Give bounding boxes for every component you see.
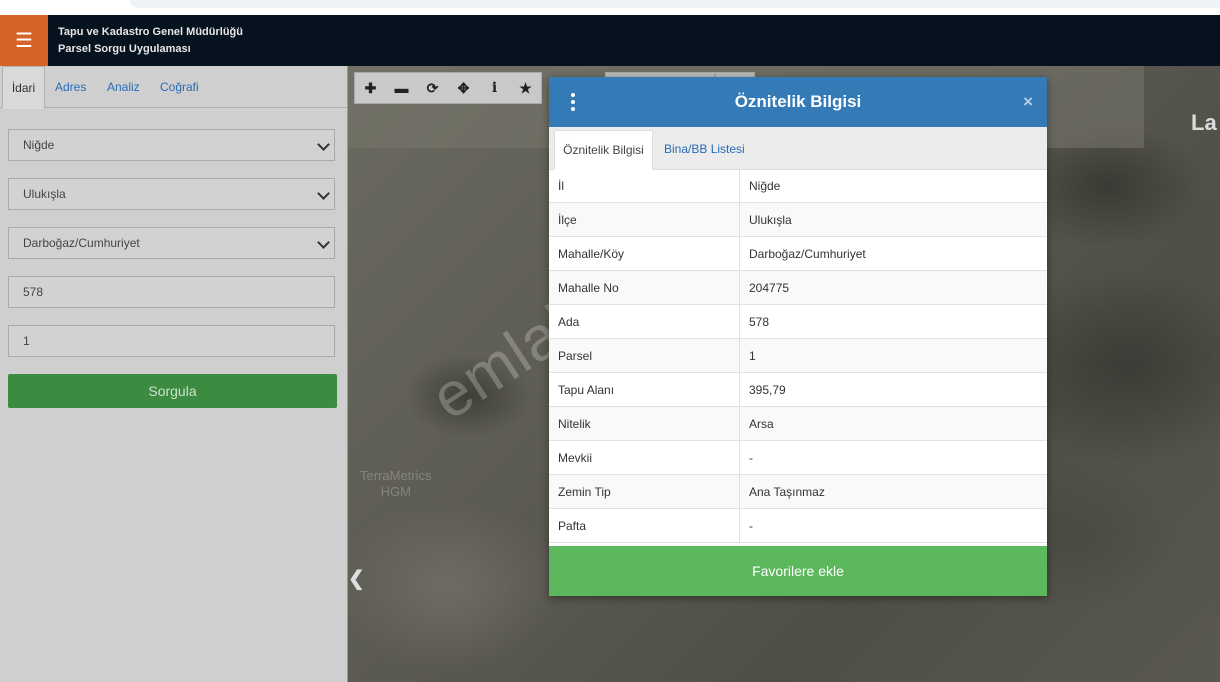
app-title: Tapu ve Kadastro Genel Müdürlüğü	[58, 26, 243, 38]
table-row: Nitelik Arsa	[549, 406, 1047, 441]
chevron-down-icon	[317, 236, 330, 249]
neighborhood-value: Darboğaz/Cumhuriyet	[23, 236, 140, 250]
table-row: Pafta -	[549, 508, 1047, 543]
table-row: Parsel 1	[549, 338, 1047, 373]
plus-icon: ✚	[364, 79, 377, 96]
attr-key: Pafta	[549, 508, 740, 543]
query-button[interactable]: Sorgula	[8, 374, 337, 408]
attr-value: Ulukışla	[739, 202, 1047, 237]
browser-top-strip	[0, 0, 1220, 15]
province-select[interactable]: Niğde	[8, 129, 335, 161]
attr-value: 578	[739, 304, 1047, 339]
menu-button[interactable]: ☰	[0, 15, 48, 66]
sidebar-tabs: İdari Adres Analiz Coğrafi	[0, 66, 347, 109]
attr-value: Darboğaz/Cumhuriyet	[739, 236, 1047, 271]
district-select[interactable]: Ulukışla	[8, 178, 335, 210]
neighborhood-select[interactable]: Darboğaz/Cumhuriyet	[8, 227, 335, 259]
query-sidebar: İdari Adres Analiz Coğrafi Niğde Ulukışl…	[0, 66, 348, 682]
tab-analiz[interactable]: Analiz	[107, 66, 140, 107]
parcel-input[interactable]: 1	[8, 325, 335, 357]
minus-icon: ▬	[394, 80, 409, 96]
attr-key: Zemin Tip	[549, 474, 740, 509]
attr-value: 204775	[739, 270, 1047, 305]
tab-attribute-info[interactable]: Öznitelik Bilgisi	[554, 130, 653, 170]
modal-tabs: Öznitelik Bilgisi Bina/BB Listesi	[549, 127, 1047, 170]
attr-value: Niğde	[739, 169, 1047, 203]
map-toolbar: ✚ ▬ ⟳ ✥ i ★	[354, 72, 542, 104]
attr-value: -	[739, 508, 1047, 543]
app-subtitle: Parsel Sorgu Uygulaması	[58, 43, 191, 55]
zoom-in-button[interactable]: ✚	[355, 73, 386, 103]
map-place-label: La	[1191, 110, 1217, 135]
attr-key: İl	[549, 169, 740, 203]
tab-adres[interactable]: Adres	[55, 66, 86, 107]
modal-title: Öznitelik Bilgisi	[734, 92, 862, 111]
attr-value: 1	[739, 338, 1047, 373]
attr-value: 395,79	[739, 372, 1047, 407]
attr-key: Mahalle No	[549, 270, 740, 305]
attribute-table: İl Niğde İlçe Ulukışla Mahalle/Köy Darboğaz…	[549, 169, 1047, 543]
info-button[interactable]: i	[479, 73, 510, 103]
locate-button[interactable]: ✥	[448, 73, 479, 103]
tab-cografi[interactable]: Coğrafi	[160, 66, 199, 107]
add-to-favorites-button[interactable]: Favorilere ekle	[549, 546, 1047, 596]
table-row: İl Niğde	[549, 169, 1047, 203]
refresh-button[interactable]: ⟳	[417, 73, 448, 103]
attr-value: Ana Taşınmaz	[739, 474, 1047, 509]
table-row: İlçe Ulukışla	[549, 202, 1047, 237]
chevron-down-icon	[317, 187, 330, 200]
attr-key: Ada	[549, 304, 740, 339]
attribute-modal: Öznitelik Bilgisi × Öznitelik Bilgisi Bi…	[549, 77, 1047, 596]
table-row: Ada 578	[549, 304, 1047, 339]
refresh-icon: ⟳	[426, 79, 439, 96]
browser-address-bar-edge	[130, 0, 1220, 8]
table-row: Zemin Tip Ana Taşınmaz	[549, 474, 1047, 509]
district-value: Ulukışla	[23, 187, 66, 201]
chevron-down-icon	[317, 138, 330, 151]
table-row: Mevkii -	[549, 440, 1047, 475]
attr-value: -	[739, 440, 1047, 475]
close-icon[interactable]: ×	[1023, 92, 1033, 112]
info-icon: i	[491, 80, 498, 96]
attr-value: Arsa	[739, 406, 1047, 441]
star-icon: ★	[519, 79, 532, 96]
block-input[interactable]: 578	[8, 276, 335, 308]
favorite-tool-button[interactable]: ★	[510, 73, 541, 103]
attr-key: Parsel	[549, 338, 740, 373]
attr-key: İlçe	[549, 202, 740, 237]
table-row: Mahalle No 204775	[549, 270, 1047, 305]
map-attribution: TerraMetrics HGM	[360, 468, 432, 499]
chevron-left-icon[interactable]: ❮	[348, 566, 365, 591]
attr-key: Mahalle/Köy	[549, 236, 740, 271]
table-row: Tapu Alanı 395,79	[549, 372, 1047, 407]
attr-key: Tapu Alanı	[549, 372, 740, 407]
top-navbar: ☰ Tapu ve Kadastro Genel Müdürlüğü Parse…	[0, 15, 1220, 66]
crosshair-icon: ✥	[457, 79, 470, 96]
province-value: Niğde	[23, 138, 55, 152]
modal-header: Öznitelik Bilgisi ×	[549, 77, 1047, 127]
table-row: Mahalle/Köy Darboğaz/Cumhuriyet	[549, 236, 1047, 271]
attr-key: Nitelik	[549, 406, 740, 441]
hamburger-icon: ☰	[15, 30, 33, 52]
tab-idari[interactable]: İdari	[2, 66, 45, 109]
tab-building-list[interactable]: Bina/BB Listesi	[664, 130, 745, 168]
app-brand: Tapu ve Kadastro Genel Müdürlüğü Parsel …	[58, 24, 243, 58]
attr-key: Mevkii	[549, 440, 740, 475]
zoom-out-button[interactable]: ▬	[386, 73, 417, 103]
